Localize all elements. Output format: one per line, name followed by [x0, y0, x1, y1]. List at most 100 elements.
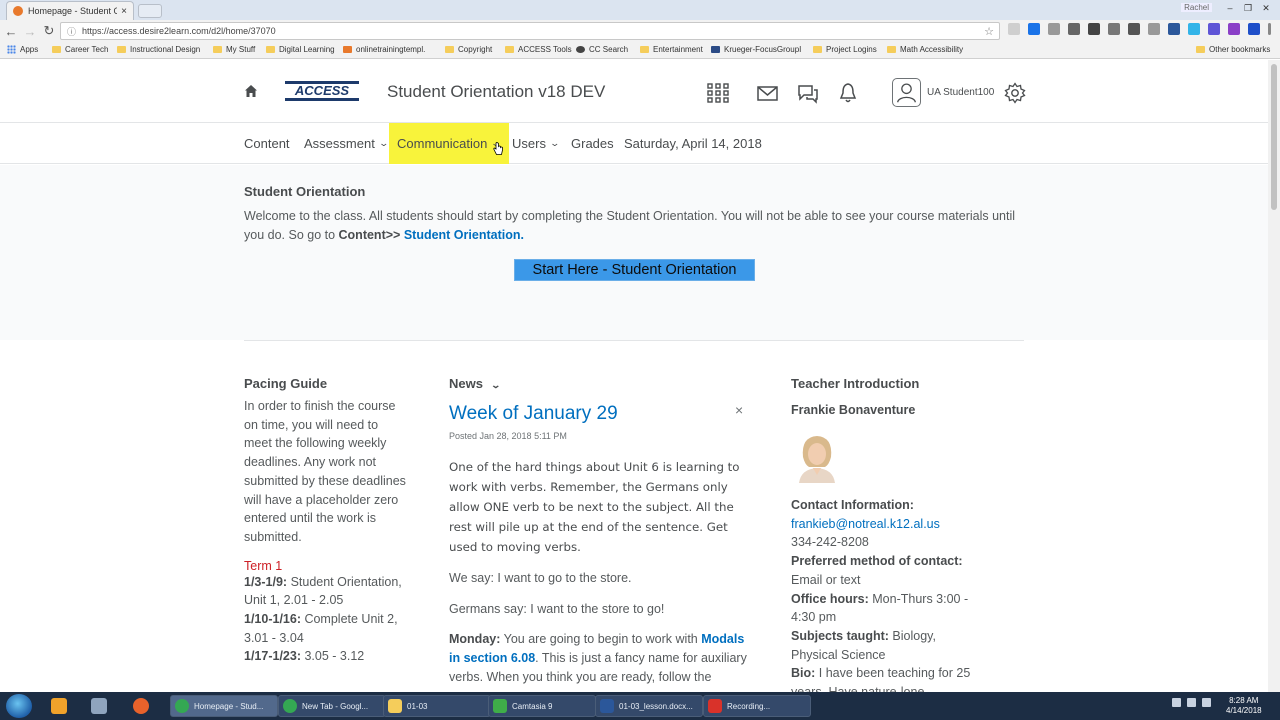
extension-icon[interactable]: [1148, 23, 1160, 35]
nav-content[interactable]: Content: [244, 123, 290, 164]
extension-icon[interactable]: [1128, 23, 1140, 35]
taskbar-chrome-homepage[interactable]: Homepage - Stud...: [170, 695, 278, 717]
extension-icon[interactable]: [1228, 23, 1240, 35]
course-title[interactable]: Student Orientation v18 DEV: [387, 82, 605, 102]
bookmark-item[interactable]: CC Search: [576, 45, 628, 54]
chevron-down-icon: ⌄: [490, 380, 501, 390]
welcome-text: Welcome to the class. All students shoul…: [244, 209, 1016, 242]
bookmark-item[interactable]: Career Tech: [52, 45, 108, 54]
news-header[interactable]: News ⌄: [449, 376, 753, 391]
intro-title: Student Orientation: [244, 184, 366, 199]
news-item-title[interactable]: Week of January 29: [449, 403, 753, 425]
extension-icon[interactable]: [1248, 23, 1260, 35]
user-avatar-icon[interactable]: [892, 78, 921, 107]
bookmark-item[interactable]: My Stuff: [213, 45, 255, 54]
student-orientation-link[interactable]: Student Orientation.: [404, 228, 524, 242]
other-bookmarks[interactable]: Other bookmarks: [1196, 45, 1270, 54]
page-scrollbar[interactable]: [1268, 60, 1280, 692]
taskbar-camtasia[interactable]: Camtasia 9: [488, 695, 596, 717]
address-bar[interactable]: ⓘ https://access.desire2learn.com/d2l/ho…: [60, 22, 1000, 40]
waffle-grid-icon[interactable]: [706, 82, 730, 104]
nav-grades[interactable]: Grades: [571, 123, 614, 164]
chat-bubbles-icon[interactable]: [796, 82, 820, 104]
folder-icon: [388, 699, 402, 713]
pacing-title: Pacing Guide: [244, 376, 328, 391]
bookmark-item[interactable]: Entertainment: [640, 45, 703, 54]
dismiss-news-icon[interactable]: ×: [735, 402, 743, 418]
volume-icon[interactable]: [1202, 698, 1211, 707]
extension-icon[interactable]: [1068, 23, 1080, 35]
extension-icon[interactable]: [1188, 23, 1200, 35]
outlook-icon[interactable]: [43, 695, 75, 717]
pacing-item: 1/3-1/9: Student Orientation, Unit 1, 2.…: [244, 574, 402, 608]
extension-icon[interactable]: [1168, 23, 1180, 35]
hand-cursor-icon: [493, 142, 503, 155]
tab-close-icon[interactable]: ×: [121, 6, 127, 17]
window-close-icon[interactable]: ✕: [1258, 2, 1274, 14]
chrome-icon: [175, 699, 189, 713]
bookmark-item[interactable]: Krueger-FocusGroupI: [711, 45, 801, 54]
bookmark-item[interactable]: Math Accessibility: [887, 45, 963, 54]
window-user-badge[interactable]: Rachel: [1181, 3, 1212, 12]
info-icon[interactable]: ⓘ: [67, 25, 76, 38]
tray-icon[interactable]: [1172, 698, 1181, 707]
bookmark-item[interactable]: Copyright: [445, 45, 492, 54]
page-icon: [711, 46, 720, 53]
bookmark-item[interactable]: Instructional Design: [117, 45, 200, 54]
recording-icon: [708, 699, 722, 713]
home-icon[interactable]: [244, 84, 258, 98]
term-heading: Term 1: [244, 558, 283, 573]
teacher-email-link[interactable]: frankieb@notreal.k12.al.us: [791, 517, 940, 531]
bell-icon[interactable]: [836, 82, 860, 104]
nav-communication[interactable]: Communication ⌄: [389, 123, 509, 164]
folder-icon: [887, 46, 896, 53]
bookmark-item[interactable]: Project Logins: [813, 45, 877, 54]
browser-tab[interactable]: Homepage - Student Or ×: [6, 1, 134, 20]
teacher-title: Teacher Introduction: [791, 376, 920, 391]
nav-assessment[interactable]: Assessment ⌄: [304, 123, 389, 164]
bookmark-item[interactable]: ACCESS Tools: [505, 45, 572, 54]
extension-icon[interactable]: [1028, 23, 1040, 35]
calculator-icon[interactable]: [83, 695, 115, 717]
teacher-photo: [795, 431, 839, 483]
taskbar-recording[interactable]: Recording...: [703, 695, 811, 717]
extension-icon[interactable]: [1208, 23, 1220, 35]
new-tab-button[interactable]: [138, 4, 162, 18]
page-icon: [343, 46, 352, 53]
network-icon[interactable]: [1187, 698, 1196, 707]
teacher-intro-widget: Teacher Introduction Frankie Bonaventure…: [791, 376, 971, 692]
extension-icon[interactable]: [1008, 23, 1020, 35]
back-icon[interactable]: ←: [3, 24, 19, 39]
extension-icon[interactable]: [1088, 23, 1100, 35]
bookmark-apps[interactable]: Apps: [7, 45, 38, 54]
taskbar-word[interactable]: 01-03_lesson.docx...: [595, 695, 703, 717]
mail-icon[interactable]: [756, 82, 780, 104]
chrome-menu-icon[interactable]: [1268, 23, 1271, 35]
username[interactable]: UA Student100: [927, 87, 994, 98]
scrollbar-thumb[interactable]: [1271, 64, 1277, 210]
windows-taskbar: Homepage - Stud... New Tab - Googl... 01…: [0, 692, 1280, 720]
reload-icon[interactable]: ↻: [41, 23, 57, 39]
taskbar-folder[interactable]: 01-03: [383, 695, 491, 717]
bookmark-item[interactable]: onlinetrainingtempl.: [343, 45, 425, 54]
nav-users[interactable]: Users ⌄: [512, 123, 561, 164]
gear-icon[interactable]: [1003, 82, 1027, 104]
news-intro-text: One of the hard things about Unit 6 is l…: [449, 460, 740, 554]
chevron-down-icon: ⌄: [549, 138, 561, 148]
forward-icon[interactable]: →: [22, 24, 38, 39]
extension-icon[interactable]: [1048, 23, 1060, 35]
access-logo[interactable]: ACCESS: [285, 81, 359, 101]
taskbar-chrome-newtab[interactable]: New Tab - Googl...: [278, 695, 386, 717]
maximize-icon[interactable]: ❐: [1240, 2, 1256, 14]
extension-icon[interactable]: [1108, 23, 1120, 35]
bookmark-star-icon[interactable]: ☆: [984, 25, 994, 38]
folder-icon: [52, 46, 61, 53]
firefox-icon[interactable]: [125, 695, 157, 717]
taskbar-clock[interactable]: 8:28 AM 4/14/2018: [1226, 696, 1262, 716]
bookmark-item[interactable]: Digital Learning: [266, 45, 335, 54]
pacing-text: In order to finish the course on time, y…: [244, 399, 406, 544]
folder-icon: [1196, 46, 1205, 53]
windows-start-icon[interactable]: [6, 694, 32, 718]
start-here-button[interactable]: Start Here - Student Orientation: [514, 259, 755, 281]
minimize-icon[interactable]: –: [1222, 2, 1238, 14]
